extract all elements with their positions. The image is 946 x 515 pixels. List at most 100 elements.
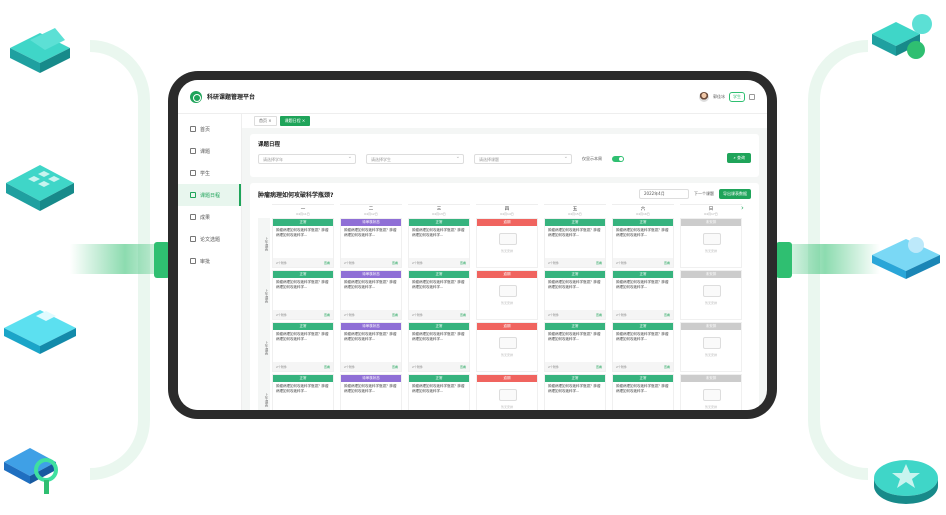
- schedule-cell[interactable]: 正常肿瘤病理如何攻破科学瓶颈？肿瘤病理如何攻破科学...2个附件查看: [272, 374, 334, 410]
- schedule-cell[interactable]: 正常肿瘤病理如何攻破科学瓶颈？肿瘤病理如何攻破科学...2个附件查看: [544, 374, 606, 410]
- schedule-cell[interactable]: 待审核状态肿瘤病理如何攻破科学瓶颈？肿瘤病理如何攻破科学...2个附件查看: [340, 270, 402, 320]
- search-button[interactable]: ⌕ 查询: [727, 153, 751, 163]
- schedule-row: 上午课表正常肿瘤病理如何攻破科学瓶颈？肿瘤病理如何攻破科学...2个附件查看待审…: [258, 218, 751, 270]
- schedule-cell[interactable]: 正常肿瘤病理如何攻破科学瓶颈？肿瘤病理如何攻破科学... 2个附件 查看: [612, 322, 674, 372]
- schedule-cell[interactable]: 逾期 暂无安排: [476, 270, 538, 320]
- schedule-cell[interactable]: 正常肿瘤病理如何攻破科学瓶颈？肿瘤病理如何攻破科学...2个附件查看: [272, 270, 334, 320]
- sidebar-item-label: 课题日程: [200, 192, 221, 199]
- view-link[interactable]: 查看: [324, 261, 330, 265]
- cell-footer: 2个附件 查看: [613, 310, 673, 319]
- view-link[interactable]: 查看: [596, 313, 602, 317]
- sidebar-item-2[interactable]: 学生: [178, 162, 241, 184]
- day-date: 04月11日: [296, 212, 310, 216]
- topic-select[interactable]: 请选择课题: [474, 154, 572, 164]
- attachment-count[interactable]: 2个附件: [276, 313, 287, 317]
- user-name[interactable]: 郭佳冰: [713, 94, 725, 100]
- sidebar-item-3[interactable]: 课题日程: [178, 184, 241, 206]
- view-link[interactable]: 查看: [596, 261, 602, 265]
- view-link[interactable]: 查看: [460, 365, 466, 369]
- schedule-cell[interactable]: 待审核状态肿瘤病理如何攻破科学瓶颈？肿瘤病理如何攻破科学...2个附件查看: [340, 218, 402, 268]
- status-badge: 正常: [545, 375, 605, 382]
- attachment-count[interactable]: 2个附件: [548, 365, 559, 369]
- day-header: 二 04月12日: [340, 204, 402, 218]
- logout-icon[interactable]: [749, 93, 755, 100]
- view-link[interactable]: 查看: [664, 261, 670, 265]
- view-link[interactable]: 查看: [460, 313, 466, 317]
- schedule-cell[interactable]: 正常肿瘤病理如何攻破科学瓶颈？肿瘤病理如何攻破科学...2个附件查看: [612, 374, 674, 410]
- view-link[interactable]: 查看: [324, 313, 330, 317]
- row-label: 上午课表: [258, 218, 270, 270]
- attachment-count[interactable]: 2个附件: [616, 261, 627, 265]
- schedule-cell[interactable]: 待审核状态肿瘤病理如何攻破科学瓶颈？肿瘤病理如何攻破科学...2个附件查看: [340, 322, 402, 372]
- status-badge: 正常: [273, 219, 333, 226]
- schedule-cell[interactable]: 正常肿瘤病理如何攻破科学瓶颈？肿瘤病理如何攻破科学...2个附件查看: [408, 322, 470, 372]
- attachment-count[interactable]: 2个附件: [276, 261, 287, 265]
- schedule-cell[interactable]: 正常肿瘤病理如何攻破科学瓶颈？肿瘤病理如何攻破科学...2个附件查看: [544, 322, 606, 372]
- attachment-count[interactable]: 2个附件: [344, 261, 355, 265]
- sidebar-item-label: 成果: [200, 214, 211, 221]
- sidebar-item-5[interactable]: 论文选题: [178, 228, 241, 250]
- schedule-cell[interactable]: 未安排 暂无安排: [680, 322, 742, 372]
- app-screen: 科研课题管理平台 郭佳冰 学生 首页 课题 学生 课题日程 成果 论文选题 审批 首页 × …: [178, 80, 767, 410]
- attachment-count[interactable]: 2个附件: [344, 365, 355, 369]
- schedule-cell[interactable]: 正常肿瘤病理如何攻破科学瓶颈？肿瘤病理如何攻破科学... 2个附件 查看: [272, 218, 334, 268]
- student-icon: [190, 170, 196, 176]
- attachment-count[interactable]: 2个附件: [276, 365, 287, 369]
- app-logo-icon: [190, 90, 202, 103]
- sidebar-item-0[interactable]: 首页: [178, 118, 241, 140]
- view-link[interactable]: 查看: [324, 365, 330, 369]
- attachment-count[interactable]: 2个附件: [412, 261, 423, 265]
- view-link[interactable]: 查看: [460, 261, 466, 265]
- next-topic-button[interactable]: 下一个课题: [694, 191, 714, 197]
- cell-footer: 2个附件 查看: [545, 258, 605, 267]
- schedule-cell[interactable]: 未安排 暂无安排: [680, 270, 742, 320]
- week-toggle[interactable]: [612, 156, 624, 162]
- schedule-cell[interactable]: 未安排 暂无安排: [680, 374, 742, 410]
- schedule-cell[interactable]: 正常肿瘤病理如何攻破科学瓶颈？肿瘤病理如何攻破科学...2个附件查看: [544, 218, 606, 268]
- empty-state-icon: [499, 233, 517, 245]
- attachment-count[interactable]: 2个附件: [548, 261, 559, 265]
- attachment-count[interactable]: 2个附件: [344, 313, 355, 317]
- schedule-cell[interactable]: 正常肿瘤病理如何攻破科学瓶颈？肿瘤病理如何攻破科学...2个附件查看: [612, 270, 674, 320]
- sidebar-item-1[interactable]: 课题: [178, 140, 241, 162]
- schedule-cell[interactable]: 正常肿瘤病理如何攻破科学瓶颈？肿瘤病理如何攻破科学...2个附件查看: [408, 270, 470, 320]
- sidebar-item-4[interactable]: 成果: [178, 206, 241, 228]
- view-link[interactable]: 查看: [392, 313, 398, 317]
- avatar[interactable]: [699, 91, 709, 102]
- schedule-cell[interactable]: 正常肿瘤病理如何攻破科学瓶颈？肿瘤病理如何攻破科学...2个附件查看: [544, 270, 606, 320]
- schedule-cell[interactable]: 待审核状态肿瘤病理如何攻破科学瓶颈？肿瘤病理如何攻破科学...2个附件查看: [340, 374, 402, 410]
- schedule-cell[interactable]: 未安排 暂无安排: [680, 218, 742, 268]
- attachment-count[interactable]: 2个附件: [412, 313, 423, 317]
- view-link[interactable]: 查看: [664, 313, 670, 317]
- schedule-cell[interactable]: 逾期 暂无安排: [476, 218, 538, 268]
- schedule-cell[interactable]: 逾期 暂无安排: [476, 374, 538, 410]
- export-button[interactable]: 导出课表数据: [719, 189, 751, 199]
- schedule-cell[interactable]: 正常肿瘤病理如何攻破科学瓶颈？肿瘤病理如何攻破科学...2个附件查看: [612, 218, 674, 268]
- view-link[interactable]: 查看: [392, 365, 398, 369]
- schedule-cell[interactable]: 正常肿瘤病理如何攻破科学瓶颈？肿瘤病理如何攻破科学...2个附件查看: [272, 322, 334, 372]
- cell-text: 肿瘤病理如何攻破科学瓶颈？肿瘤病理如何攻破科学...: [412, 228, 465, 237]
- status-badge: 正常: [613, 323, 673, 330]
- tab-schedule[interactable]: 课题日程 ×: [279, 116, 311, 126]
- student-select[interactable]: 请选择学生: [366, 154, 464, 164]
- sidebar-item-6[interactable]: 审批: [178, 250, 241, 272]
- month-select[interactable]: 2022年4月: [639, 189, 689, 199]
- schedule-cell[interactable]: 正常肿瘤病理如何攻破科学瓶颈？肿瘤病理如何攻破科学...2个附件查看: [408, 218, 470, 268]
- attachment-count[interactable]: 2个附件: [616, 365, 627, 369]
- tab-home[interactable]: 首页 ×: [254, 116, 277, 126]
- chevron-right-icon[interactable]: ›: [741, 204, 751, 214]
- view-link[interactable]: 查看: [392, 261, 398, 265]
- cell-text: 肿瘤病理如何攻破科学瓶颈？肿瘤病理如何攻破科学...: [616, 332, 669, 341]
- cell-text: 肿瘤病理如何攻破科学瓶颈？肿瘤病理如何攻破科学...: [276, 228, 329, 237]
- year-select[interactable]: 请选择学年: [258, 154, 356, 164]
- attachment-count[interactable]: 2个附件: [412, 365, 423, 369]
- empty-text: 暂无安排: [704, 249, 717, 253]
- view-link[interactable]: 查看: [596, 365, 602, 369]
- cell-text: 肿瘤病理如何攻破科学瓶颈？肿瘤病理如何攻破科学...: [548, 280, 601, 289]
- schedule-cell[interactable]: 正常肿瘤病理如何攻破科学瓶颈？肿瘤病理如何攻破科学...2个附件查看: [408, 374, 470, 410]
- schedule-cell[interactable]: 逾期 暂无安排: [476, 322, 538, 372]
- view-link[interactable]: 查看: [664, 365, 670, 369]
- attachment-count[interactable]: 2个附件: [548, 313, 559, 317]
- right-connector: [776, 242, 792, 278]
- attachment-count[interactable]: 2个附件: [616, 313, 627, 317]
